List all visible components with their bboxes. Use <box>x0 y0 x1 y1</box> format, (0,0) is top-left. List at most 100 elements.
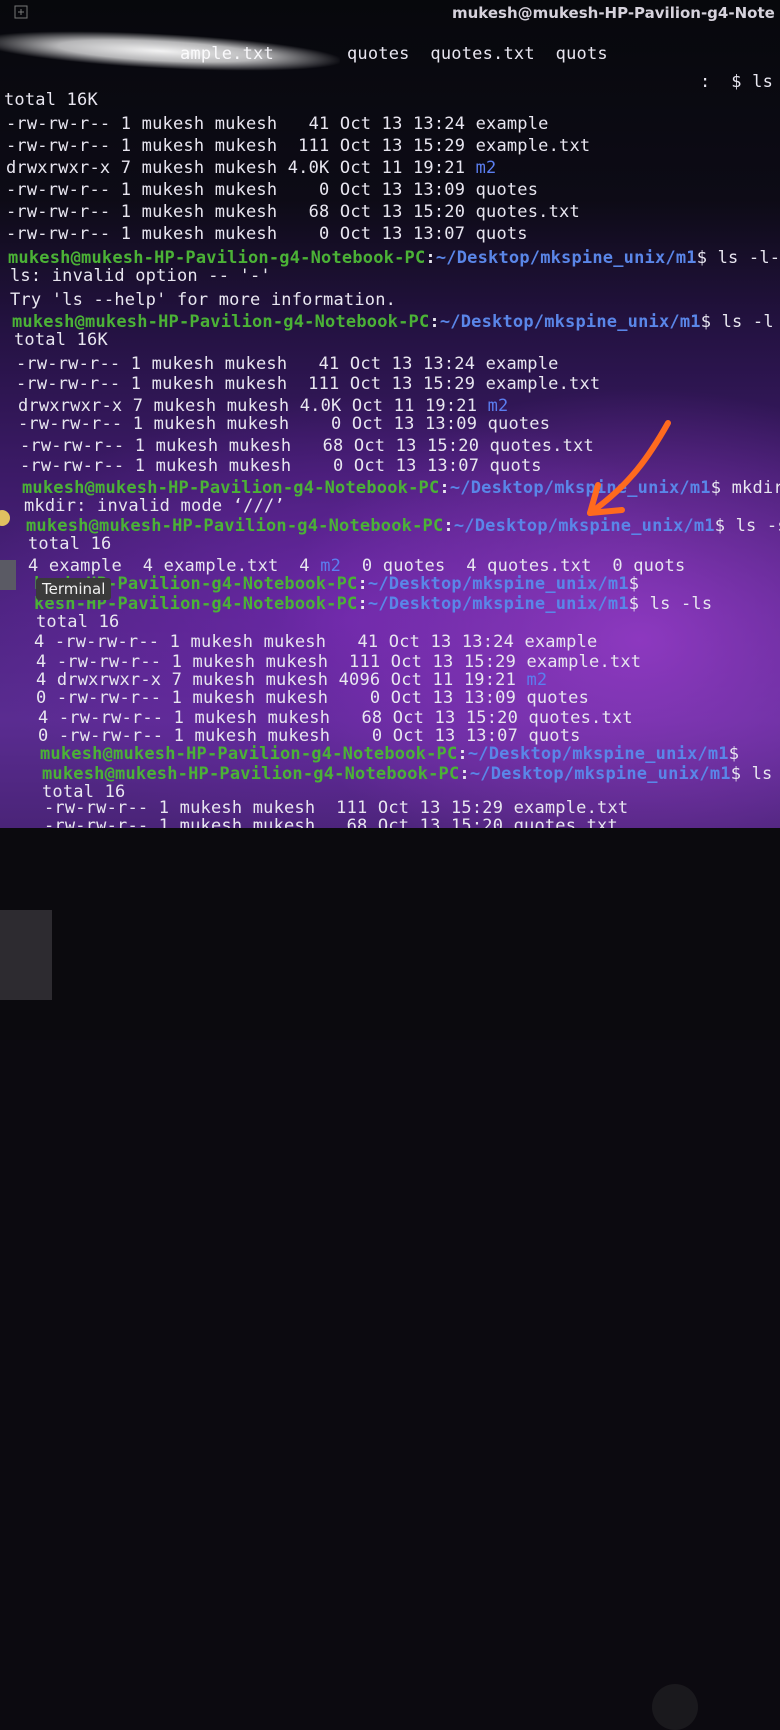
terminal-output-line: -rw-rw-r-- 1 mukesh mukesh 41 Oct 13 13:… <box>16 354 559 374</box>
terminal-output-line: -rw-rw-r-- 1 mukesh mukesh 0 Oct 13 13:0… <box>6 224 528 244</box>
prompt-user-host: mukesh@mukesh-HP-Pavilion-g4-Notebook-PC <box>8 248 426 268</box>
terminal-prompt-line: kesh-HP-Pavilion-g4-Notebook-PC:~/Deskto… <box>34 594 712 614</box>
line-text: : $ ls -l <box>700 72 774 92</box>
prompt-separator: : <box>439 478 450 498</box>
terminal-output-line: -rw-rw-r-- 1 mukesh mukesh 68 Oct 13 15:… <box>6 202 580 222</box>
terminal-output-line: ls: invalid option -- '-' <box>10 266 271 286</box>
directory-name: m2 <box>526 670 548 690</box>
terminal-output-line: total 16 <box>28 534 111 554</box>
line-text: -rw-rw-r-- 1 mukesh mukesh 111 Oct 13 15… <box>6 136 591 156</box>
terminal-output-line: 4 example 4 example.txt 4 m2 0 quotes 4 … <box>28 556 685 576</box>
terminal-screen: mukesh@mukesh-HP-Pavilion-g4-Note ample.… <box>0 0 780 828</box>
line-text-continued: 0 quotes 4 quotes.txt 0 quots <box>341 556 686 576</box>
terminal-output-line: -rw-rw-r-- 1 mukesh mukesh 68 Oct 13 15:… <box>20 436 594 456</box>
line-text: -rw-rw-r-- 1 mukesh mukesh 0 Oct 13 13:0… <box>18 414 551 434</box>
line-text: -rw-rw-r-- 1 mukesh mukesh 0 Oct 13 13:0… <box>6 180 539 200</box>
command-text: $ ls -ls <box>628 594 713 614</box>
new-tab-icon[interactable] <box>14 5 28 19</box>
launcher-edge <box>0 510 16 590</box>
prompt-separator: : <box>357 574 368 594</box>
terminal-prompt-line: mukesh@mukesh-HP-Pavilion-g4-Notebook-PC… <box>12 312 774 332</box>
hp-logo-icon <box>652 1684 698 1730</box>
terminal-output-line: 4 -rw-rw-r-- 1 mukesh mukesh 68 Oct 13 1… <box>38 708 633 728</box>
prompt-path: ~/Desktop/mkspine_unix/m1 <box>435 248 697 268</box>
terminal-output-line: mkdir: invalid mode ‘///’ <box>24 496 285 516</box>
prompt-user-host: mukesh@mukesh-HP-Pavilion-g4-Notebook-PC <box>42 764 460 784</box>
terminal-output-line: -rw-rw-r-- 1 mukesh mukesh 0 Oct 13 13:0… <box>18 414 550 434</box>
prompt-path: ~/Desktop/mkspine_unix/m1 <box>367 574 629 594</box>
line-text: -rw-rw-r-- 1 mukesh mukesh 0 Oct 13 13:0… <box>20 456 542 476</box>
arrow-annotation-icon <box>587 420 671 516</box>
line-text: -rw-rw-r-- 1 mukesh mukesh 41 Oct 13 13:… <box>16 354 559 374</box>
command-text: $ <box>628 574 640 594</box>
prompt-separator: : <box>357 594 368 614</box>
line-text: -rw-rw-r-- 1 mukesh mukesh 111 Oct 13 15… <box>44 798 629 818</box>
laptop-bezel <box>0 828 780 1730</box>
line-text: -rw-rw-r-- 1 mukesh mukesh 0 Oct 13 13:0… <box>6 224 528 244</box>
prompt-path: ~/Desktop/mkspine_unix/m1 <box>467 744 729 764</box>
line-text: -rw-rw-r-- 1 mukesh mukesh 68 Oct 13 15:… <box>44 816 618 828</box>
line-text: 4 -rw-rw-r-- 1 mukesh mukesh 111 Oct 13 … <box>36 652 642 672</box>
command-text: $ mkdir -m <box>710 478 780 498</box>
prompt-user-host: mukesh@mukesh-HP-Pavilion-g4-Notebook-PC <box>26 516 444 536</box>
terminal-output-line: Try 'ls --help' for more information. <box>10 290 396 310</box>
line-text: total 16 <box>36 612 120 632</box>
terminal-output-line: -rw-rw-r-- 1 mukesh mukesh 0 Oct 13 13:0… <box>20 456 542 476</box>
line-text: mkdir: invalid mode ‘///’ <box>24 496 285 516</box>
terminal-tooltip: Terminal <box>36 578 112 600</box>
desk-reflection <box>0 910 52 1000</box>
line-text: 4 -rw-rw-r-- 1 mukesh mukesh 41 Oct 13 1… <box>34 632 598 652</box>
terminal-output-line: ample.txt quotes quotes.txt quots <box>180 44 608 64</box>
terminal-prompt-line: mukesh@mukesh-HP-Pavilion-g4-Notebook-PC… <box>8 248 780 268</box>
line-text: total 16 <box>28 534 112 554</box>
terminal-output-line: 0 -rw-rw-r-- 1 mukesh mukesh 0 Oct 13 13… <box>38 726 581 746</box>
terminal-output-line: drwxrwxr-x 7 mukesh mukesh 4.0K Oct 11 1… <box>18 396 508 416</box>
terminal-output-line: 0 -rw-rw-r-- 1 mukesh mukesh 0 Oct 13 13… <box>36 688 589 708</box>
line-text: 4 drwxrwxr-x 7 mukesh mukesh 4096 Oct 11… <box>36 670 527 690</box>
command-text: $ ls -l- <box>696 248 780 268</box>
terminal-output-line: -rw-rw-r-- 1 mukesh mukesh 0 Oct 13 13:0… <box>6 180 538 200</box>
prompt-path: ~/Desktop/mkspine_unix/m1 <box>469 764 731 784</box>
line-text: -rw-rw-r-- 1 mukesh mukesh 68 Oct 13 15:… <box>20 436 594 456</box>
line-text: -rw-rw-r-- 1 mukesh mukesh 111 Oct 13 15… <box>16 374 601 394</box>
directory-name: m2 <box>487 396 509 416</box>
line-text: ls: invalid option -- '-' <box>10 266 271 286</box>
prompt-user-host: mukesh@mukesh-HP-Pavilion-g4-Notebook-PC <box>22 478 440 498</box>
line-text: drwxrwxr-x 7 mukesh mukesh 4.0K Oct 11 1… <box>6 158 476 178</box>
line-text: 0 -rw-rw-r-- 1 mukesh mukesh 0 Oct 13 13… <box>36 688 590 708</box>
line-text: Try 'ls --help' for more information. <box>10 290 397 310</box>
line-text: drwxrwxr-x 7 mukesh mukesh 4.0K Oct 11 1… <box>18 396 488 416</box>
terminal-output-line: : $ ls -l <box>700 72 780 92</box>
line-text: ample.txt quotes quotes.txt quots <box>180 44 608 64</box>
terminal-output-line: -rw-rw-r-- 1 mukesh mukesh 111 Oct 13 15… <box>16 374 600 394</box>
command-text: $ <box>728 744 740 764</box>
terminal-output-line: drwxrwxr-x 7 mukesh mukesh 4.0K Oct 11 1… <box>6 158 496 178</box>
line-text: 4 -rw-rw-r-- 1 mukesh mukesh 68 Oct 13 1… <box>38 708 633 728</box>
terminal-output-line: total 16K <box>4 90 98 110</box>
prompt-separator: : <box>457 744 468 764</box>
prompt-separator: : <box>443 516 454 536</box>
terminal-output-line: -rw-rw-r-- 1 mukesh mukesh 111 Oct 13 15… <box>6 136 590 156</box>
line-text: total 16K <box>14 330 108 350</box>
terminal-output-line: total 16K <box>14 330 108 350</box>
line-text: -rw-rw-r-- 1 mukesh mukesh 68 Oct 13 15:… <box>6 202 580 222</box>
command-text: $ ls -l <box>700 312 774 332</box>
window-titlebar: mukesh@mukesh-HP-Pavilion-g4-Note <box>0 0 780 30</box>
prompt-separator: : <box>459 764 470 784</box>
directory-name: m2 <box>320 556 342 576</box>
terminal-prompt-line: mukesh@mukesh-HP-Pavilion-g4-Notebook-PC… <box>40 744 739 764</box>
prompt-user-host: mukesh@mukesh-HP-Pavilion-g4-Notebook-PC <box>12 312 430 332</box>
line-text: total 16K <box>4 90 98 110</box>
window-title: mukesh@mukesh-HP-Pavilion-g4-Note <box>452 4 775 22</box>
terminal-output-line: 4 -rw-rw-r-- 1 mukesh mukesh 41 Oct 13 1… <box>34 632 597 652</box>
prompt-separator: : <box>425 248 436 268</box>
line-text: -rw-rw-r-- 1 mukesh mukesh 41 Oct 13 13:… <box>6 114 549 134</box>
line-text: 4 example 4 example.txt 4 <box>28 556 321 576</box>
terminal-output-line: -rw-rw-r-- 1 mukesh mukesh 111 Oct 13 15… <box>44 798 628 818</box>
line-text: 0 -rw-rw-r-- 1 mukesh mukesh 0 Oct 13 13… <box>38 726 581 746</box>
directory-name: m2 <box>475 158 497 178</box>
terminal-output-line: -rw-rw-r-- 1 mukesh mukesh 41 Oct 13 13:… <box>6 114 549 134</box>
terminal-prompt-line: mukesh@mukesh-HP-Pavilion-g4-Notebook-PC… <box>42 764 780 784</box>
terminal-output-line: 4 drwxrwxr-x 7 mukesh mukesh 4096 Oct 11… <box>36 670 547 690</box>
terminal-output-line: total 16 <box>36 612 119 632</box>
